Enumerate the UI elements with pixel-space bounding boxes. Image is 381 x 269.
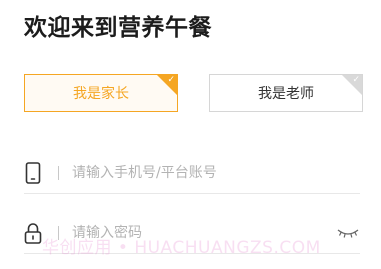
parent-role-label: 我是家长	[73, 86, 129, 102]
phone-icon	[24, 161, 42, 185]
password-field	[24, 213, 360, 254]
check-icon: ✓	[167, 75, 175, 85]
login-page: 欢迎来到营养午餐 我是家长 ✓ 我是老师 ✓ 请输入手机号/平台账号 华创应用 …	[0, 0, 381, 269]
field-separator	[58, 226, 59, 240]
password-input[interactable]	[72, 221, 336, 245]
teacher-role-button[interactable]: 我是老师 ✓	[209, 74, 363, 112]
field-separator	[58, 166, 59, 180]
eye-closed-icon[interactable]	[336, 225, 360, 241]
parent-role-button[interactable]: 我是家长 ✓	[24, 74, 178, 112]
phone-input[interactable]	[72, 161, 360, 185]
lock-icon	[24, 221, 42, 245]
check-icon: ✓	[352, 75, 360, 85]
teacher-role-label: 我是老师	[258, 86, 314, 102]
phone-field	[24, 153, 360, 194]
page-title: 欢迎来到营养午餐	[24, 15, 212, 41]
